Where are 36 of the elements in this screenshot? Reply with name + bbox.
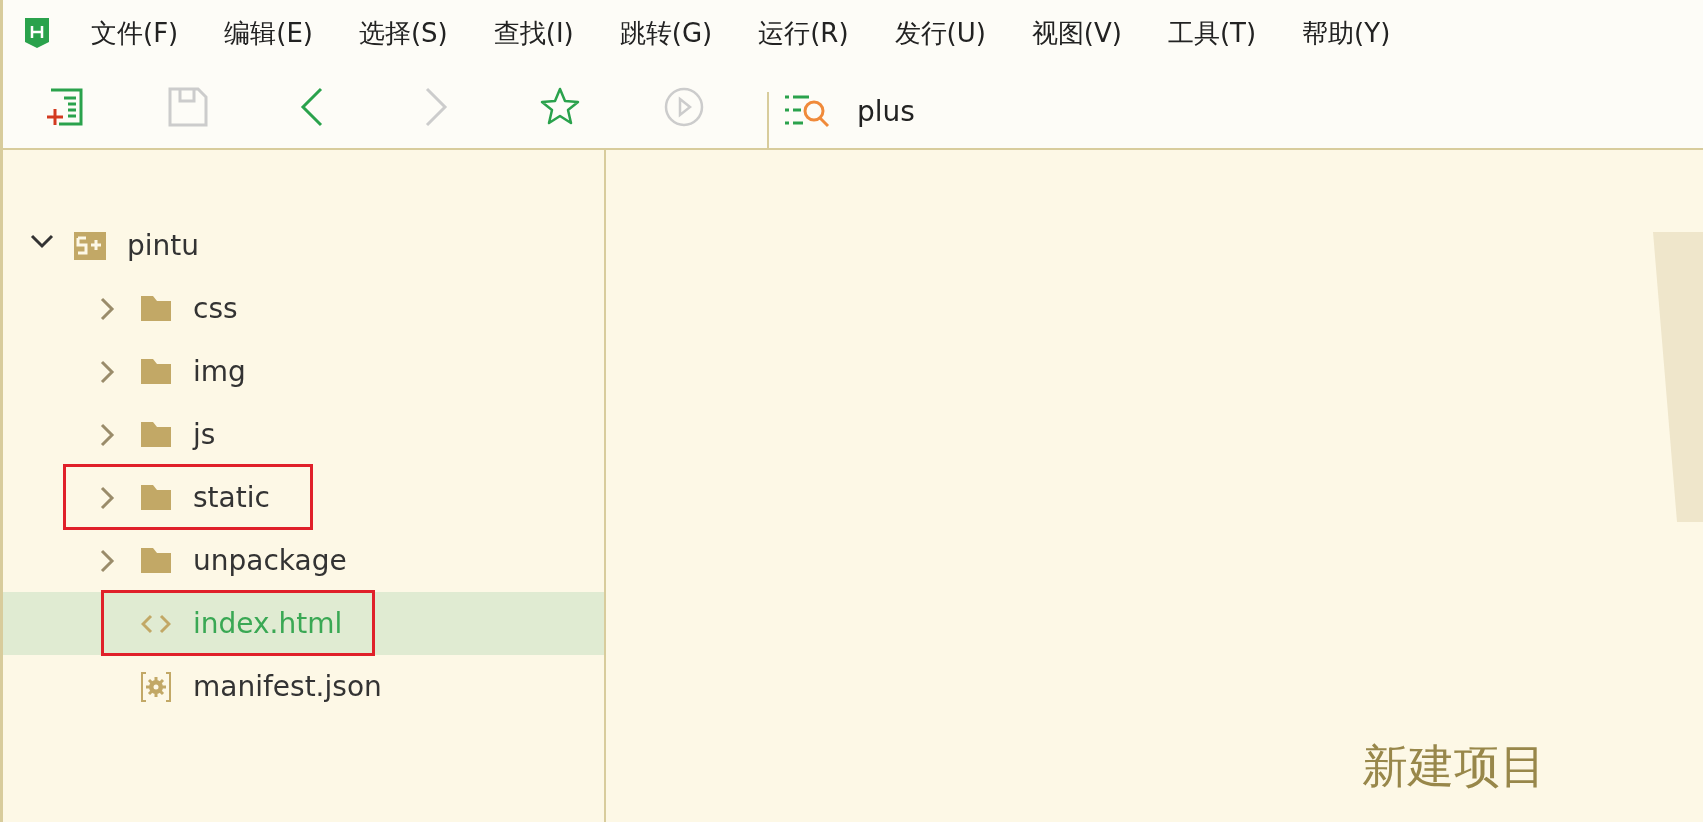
chevron-right-icon[interactable] — [100, 296, 116, 321]
chevron-right-icon[interactable] — [100, 485, 116, 510]
menu-item[interactable]: 查找(I) — [493, 15, 574, 51]
folder-icon — [141, 422, 171, 447]
menu-item[interactable]: 选择(S) — [358, 15, 448, 51]
folder-icon — [141, 296, 171, 321]
tree-item[interactable]: img — [3, 340, 604, 403]
folder-icon — [141, 548, 171, 573]
search-icon — [783, 93, 831, 129]
folder-icon — [141, 485, 171, 510]
tree-item[interactable]: js — [3, 403, 604, 466]
menu-item[interactable]: 运行(R) — [758, 15, 849, 51]
menu-item[interactable]: 文件(F) — [91, 15, 179, 51]
menu-item[interactable]: 跳转(G) — [619, 15, 713, 51]
save-icon — [167, 86, 209, 128]
menu-item[interactable]: 工具(T) — [1167, 15, 1257, 51]
menu-item[interactable]: 发行(U) — [894, 15, 986, 51]
menu-item[interactable]: 编辑(E) — [224, 15, 313, 51]
code-file-icon — [141, 613, 171, 634]
settings-file-icon — [141, 671, 171, 702]
menu-item[interactable]: 视图(V) — [1031, 15, 1122, 51]
chevron-down-icon[interactable] — [30, 233, 54, 250]
menu-item[interactable]: 帮助(Y) — [1302, 15, 1391, 51]
search-field[interactable]: plus — [857, 94, 977, 128]
tree-item[interactable]: manifest.json — [3, 655, 604, 718]
app-logo-icon — [25, 18, 49, 48]
chevron-right-icon[interactable] — [100, 422, 116, 447]
tree-item[interactable]: pintu — [3, 214, 604, 277]
play-icon — [663, 86, 705, 128]
chevron-right-icon[interactable] — [100, 548, 116, 573]
tree-item[interactable]: static — [3, 466, 604, 529]
chevron-right-icon[interactable] — [100, 359, 116, 384]
project-icon — [74, 231, 106, 260]
folder-icon — [141, 359, 171, 384]
tree-item[interactable]: css — [3, 277, 604, 340]
tree-item[interactable]: unpackage — [3, 529, 604, 592]
